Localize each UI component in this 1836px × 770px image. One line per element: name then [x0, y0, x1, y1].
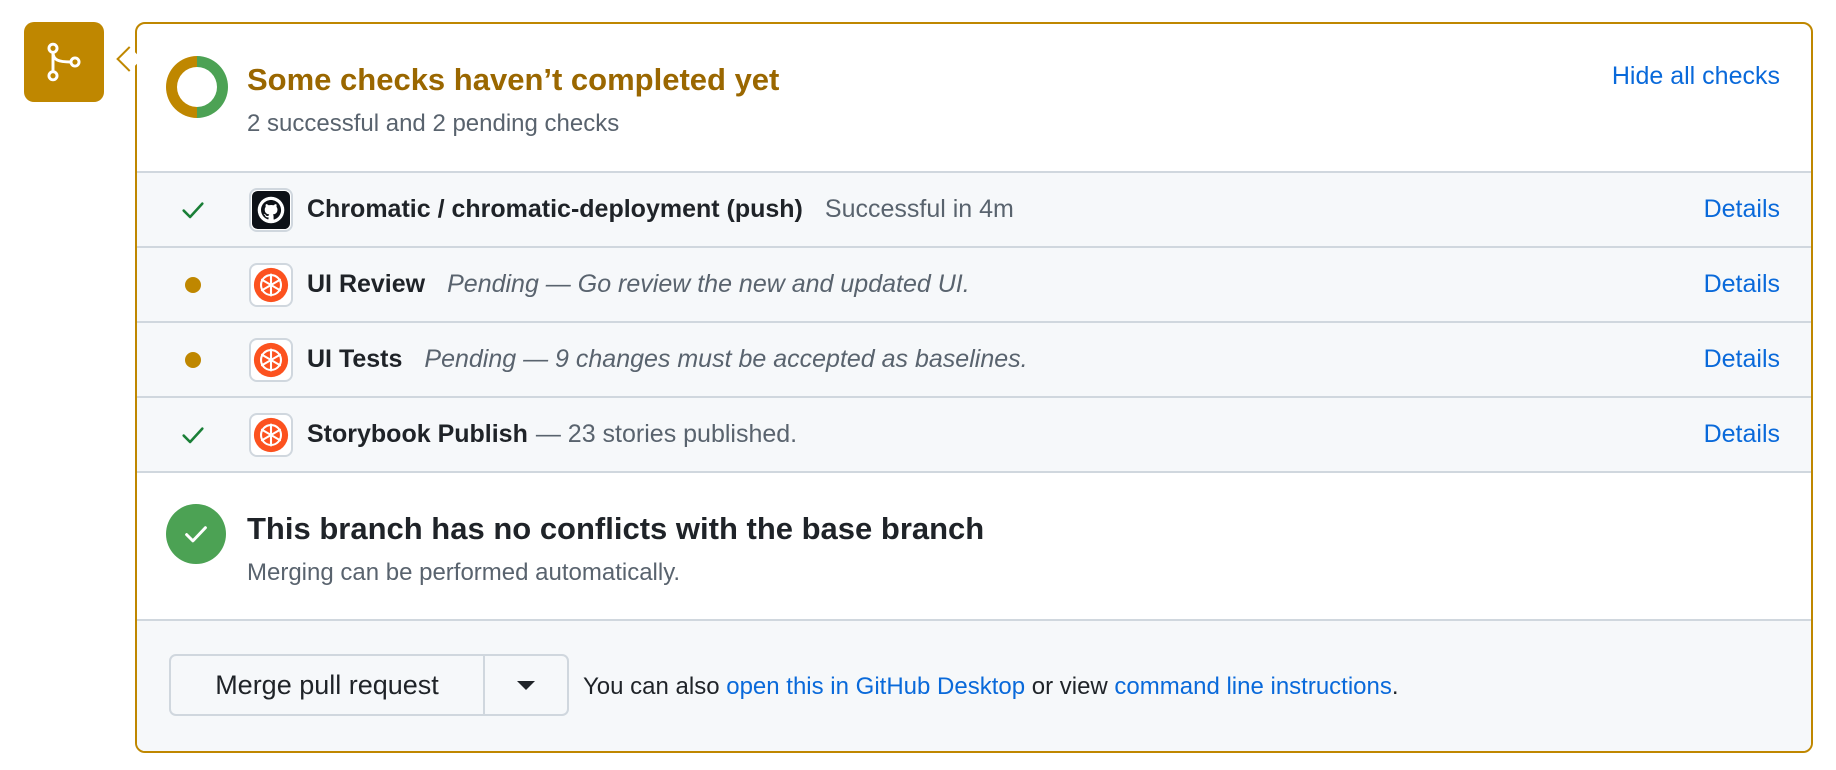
- check-success-icon: [137, 196, 249, 224]
- merge-button-group: Merge pull request: [169, 654, 569, 716]
- check-name: Chromatic / chromatic-deployment (push): [307, 195, 803, 223]
- git-merge-icon: [24, 22, 104, 102]
- chromatic-icon: [249, 262, 293, 307]
- merge-box-stage: Some checks haven’t completed yet 2 succ…: [0, 0, 1836, 770]
- merge-pull-request-button[interactable]: Merge pull request: [171, 656, 485, 714]
- merge-footer: Merge pull request You can also open thi…: [137, 621, 1811, 751]
- check-description: Successful in 4m: [824, 195, 1014, 223]
- open-in-desktop-link[interactable]: open this in GitHub Desktop: [726, 673, 1025, 700]
- checks-status-subtitle: 2 successful and 2 pending checks: [247, 110, 620, 137]
- conflicts-title: This branch has no conflicts with the ba…: [247, 511, 985, 546]
- checks-progress-donut-icon: [166, 56, 228, 118]
- check-pending-icon: [137, 276, 249, 293]
- check-name: Storybook Publish: [307, 420, 528, 448]
- hide-all-checks-link[interactable]: Hide all checks: [1612, 62, 1780, 91]
- check-description: Pending — Go review the new and updated …: [447, 270, 970, 298]
- chromatic-icon: [249, 337, 293, 382]
- check-circle-icon: [166, 504, 226, 564]
- check-row-ui-tests: UI Tests Pending — 9 changes must be acc…: [137, 323, 1811, 398]
- check-details-link[interactable]: Details: [1704, 345, 1780, 374]
- note-suffix: .: [1391, 673, 1399, 700]
- conflicts-subtitle: Merging can be performed automatically.: [247, 559, 681, 586]
- branch-conflicts-section: This branch has no conflicts with the ba…: [137, 473, 1811, 621]
- check-pending-icon: [137, 351, 249, 368]
- check-row-storybook-publish: Storybook Publish — 23 stories published…: [137, 398, 1811, 473]
- note-prefix: You can also: [583, 673, 727, 700]
- command-line-instructions-link[interactable]: command line instructions: [1114, 673, 1391, 700]
- check-description: — 23 stories published.: [535, 420, 798, 448]
- check-row-ui-review: UI Review Pending — Go review the new an…: [137, 248, 1811, 323]
- chromatic-icon: [249, 412, 293, 457]
- checks-status-title: Some checks haven’t completed yet: [247, 62, 780, 97]
- check-description: Pending — 9 changes must be accepted as …: [424, 345, 1028, 373]
- merge-options-dropdown-button[interactable]: [485, 656, 567, 714]
- check-name: UI Review: [307, 270, 426, 298]
- check-details-link[interactable]: Details: [1704, 195, 1780, 224]
- checks-status-header: Some checks haven’t completed yet 2 succ…: [137, 24, 1811, 173]
- check-row-chromatic-deployment: Chromatic / chromatic-deployment (push) …: [137, 173, 1811, 248]
- check-details-link[interactable]: Details: [1704, 420, 1780, 449]
- merge-status-box: Some checks haven’t completed yet 2 succ…: [135, 22, 1813, 753]
- check-name: UI Tests: [307, 345, 403, 373]
- check-success-icon: [137, 421, 249, 449]
- merge-alternatives-note: You can also open this in GitHub Desktop…: [583, 673, 1399, 701]
- check-details-link[interactable]: Details: [1704, 270, 1780, 299]
- github-icon: [249, 187, 293, 232]
- note-middle: or view: [1025, 673, 1115, 700]
- triangle-down-icon: [517, 680, 535, 690]
